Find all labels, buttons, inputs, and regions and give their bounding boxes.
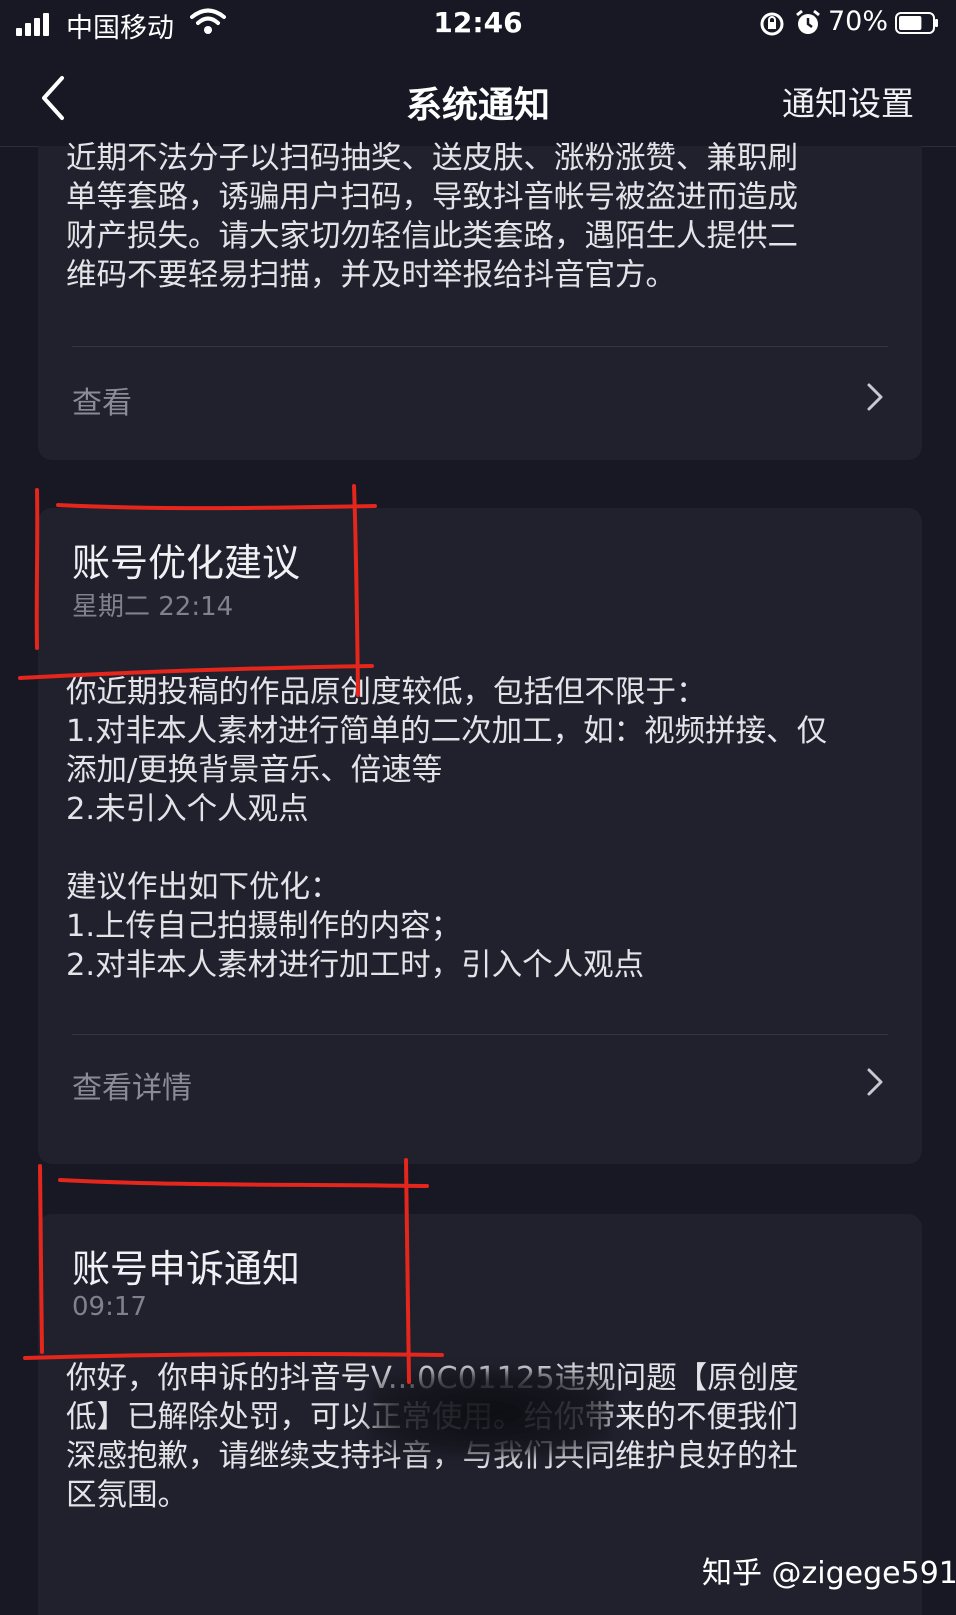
notification-time: 09:17	[72, 1292, 147, 1322]
rotation-lock-icon	[760, 12, 784, 36]
notification-card: 账号优化建议 星期二 22:14 你近期投稿的作品原创度较低，包括但不限于： 1…	[38, 508, 922, 1164]
view-link[interactable]: 查看	[72, 368, 902, 428]
notification-settings-button[interactable]: 通知设置	[782, 77, 914, 125]
notification-body: 你近期投稿的作品原创度较低，包括但不限于： 1.对非本人素材进行简单的二次加工，…	[66, 675, 828, 983]
alarm-icon	[796, 9, 820, 34]
status-bar: 中国移动 12:46 70%	[0, 0, 956, 50]
notification-time: 星期二 22:14	[72, 592, 234, 622]
screen: 中国移动 12:46 70% 系统通知 通知设置 近期不法分子以扫码抽奖、送皮肤…	[0, 0, 956, 1615]
redaction-smudge	[370, 1370, 610, 1456]
zhihu-watermark: 知乎 @zigege591	[702, 1556, 956, 1591]
view-details-label: 查看详情	[72, 1071, 192, 1106]
notification-card: 近期不法分子以扫码抽奖、送皮肤、涨粉涨赞、兼职刷 单等套路，诱骗用户扫码，导致抖…	[38, 141, 922, 460]
navigation-bar: 系统通知 通知设置	[0, 52, 956, 147]
view-details-link[interactable]: 查看详情	[72, 1053, 902, 1113]
view-link-label: 查看	[72, 386, 132, 421]
battery-icon	[895, 12, 938, 34]
notification-title: 账号申诉通知	[72, 1247, 301, 1291]
notification-body: 近期不法分子以扫码抽奖、送皮肤、涨粉涨赞、兼职刷 单等套路，诱骗用户扫码，导致抖…	[66, 141, 798, 293]
divider	[72, 1034, 888, 1035]
notification-title: 账号优化建议	[72, 541, 301, 585]
battery-percent: 70%	[828, 6, 889, 37]
chevron-right-icon	[867, 1068, 883, 1096]
chevron-right-icon	[867, 383, 883, 411]
divider	[72, 346, 888, 347]
